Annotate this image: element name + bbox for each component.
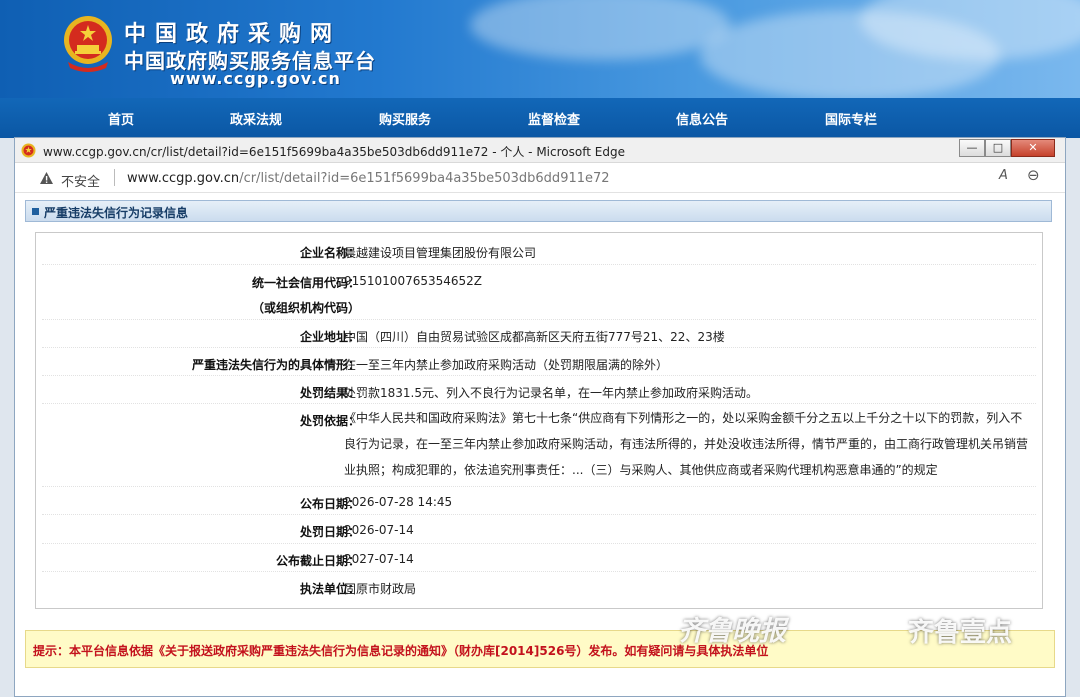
window-titlebar: www.ccgp.gov.cn/cr/list/detail?id=6e151f… — [15, 138, 1065, 163]
security-label[interactable]: 不安全 — [61, 171, 100, 190]
zoom-icon[interactable]: ⊖ — [1027, 166, 1040, 184]
nav-item-purchase-services[interactable]: 购买服务 — [379, 109, 431, 128]
deadline-value: 2027-07-14 — [344, 552, 414, 566]
row-deadline: 公布截止日期： 2027-07-14 — [42, 544, 1036, 572]
address-bar: 不安全 www.ccgp.gov.cn/cr/list/detail?id=6e… — [15, 163, 1065, 193]
situation-label: 严重违法失信行为的具体情形： — [191, 358, 360, 372]
situation-value: 在一至三年内禁止参加政府采购活动（处罚期限届满的除外） — [344, 358, 669, 372]
window-title: www.ccgp.gov.cn/cr/list/detail?id=6e151f… — [43, 145, 625, 159]
nav-item-regulations[interactable]: 政采法规 — [230, 109, 282, 128]
result-value: 处罚款1831.5元、列入不良行为记录名单，在一年内禁止参加政府采购活动。 — [344, 386, 758, 400]
company-value: 晨越建设项目管理集团股份有限公司 — [344, 246, 537, 260]
nav-item-announcements[interactable]: 信息公告 — [676, 109, 728, 128]
header-cloud — [470, 0, 730, 60]
site-title: 中国政府采购网 — [124, 22, 342, 47]
close-button[interactable]: ✕ — [1011, 139, 1055, 157]
url-input[interactable]: www.ccgp.gov.cn/cr/list/detail?id=6e151f… — [127, 171, 610, 186]
row-result: 处罚结果： 处罚款1831.5元、列入不良行为记录名单，在一年内禁止参加政府采购… — [42, 376, 1036, 404]
panel-header: 严重违法失信行为记录信息 — [25, 200, 1052, 222]
site-header: 中国政府采购网 中国政府购买服务信息平台 www.ccgp.gov.cn — [0, 0, 1080, 98]
warning-icon[interactable] — [39, 171, 54, 185]
row-address: 企业地址： 中国（四川）自由贸易试验区成都高新区天府五街777号21、22、23… — [42, 320, 1036, 348]
address-separator — [114, 169, 115, 186]
row-credit-code: 统一社会信用代码： （或组织机构代码） 91510100765354652Z — [42, 265, 1036, 320]
watermark-right: 齐鲁壹点 — [908, 618, 1013, 648]
nav-item-supervision[interactable]: 监督检查 — [528, 109, 580, 128]
credit-code-value: 91510100765354652Z — [344, 274, 483, 288]
nav-item-home[interactable]: 首页 — [108, 109, 134, 128]
read-aloud-icon[interactable]: A — [999, 168, 1008, 183]
publish-date-value: 2026-07-28 14:45 — [344, 495, 453, 509]
main-nav: 首页 政采法规 购买服务 监督检查 信息公告 国际专栏 — [0, 98, 1080, 138]
site-favicon-icon — [21, 143, 36, 158]
penalty-date-value: 2026-07-14 — [344, 523, 414, 537]
notice-text: 提示：本平台信息依据《关于报送政府采购严重违法失信行为信息记录的通知》（财办库[… — [33, 644, 769, 658]
address-value: 中国（四川）自由贸易试验区成都高新区天府五街777号21、22、23楼 — [344, 330, 725, 344]
row-penalty-date: 处罚日期： 2026-07-14 — [42, 515, 1036, 544]
credit-code-label-sub: （或组织机构代码） — [251, 301, 360, 315]
row-basis: 处罚依据： 《中华人民共和国政府采购法》第七十七条“供应商有下列情形之一的，处以… — [42, 404, 1036, 487]
url-path: /cr/list/detail?id=6e151f5699ba4a35be503… — [239, 171, 610, 186]
nav-item-international[interactable]: 国际专栏 — [825, 109, 877, 128]
agency-value: 固原市财政局 — [344, 582, 417, 596]
panel-bullet-icon — [32, 208, 39, 215]
minimize-button[interactable]: — — [959, 139, 985, 157]
national-emblem-icon — [64, 16, 112, 72]
site-url: www.ccgp.gov.cn — [170, 69, 341, 88]
url-host: www.ccgp.gov.cn — [127, 171, 240, 186]
watermark-left: 齐鲁晚报 — [678, 616, 786, 647]
row-situation: 严重违法失信行为的具体情形： 在一至三年内禁止参加政府采购活动（处罚期限届满的除… — [42, 348, 1036, 376]
basis-value: 《中华人民共和国政府采购法》第七十七条“供应商有下列情形之一的，处以采购金额千分… — [344, 411, 1029, 477]
notice-bar: 提示：本平台信息依据《关于报送政府采购严重违法失信行为信息记录的通知》（财办库[… — [25, 630, 1055, 668]
panel-title: 严重违法失信行为记录信息 — [44, 206, 189, 220]
record-detail: 企业名称： 晨越建设项目管理集团股份有限公司 统一社会信用代码： （或组织机构代… — [35, 232, 1043, 609]
row-publish-date: 公布日期： 2026-07-28 14:45 — [42, 487, 1036, 515]
maximize-button[interactable]: □ — [985, 139, 1011, 157]
row-company: 企业名称： 晨越建设项目管理集团股份有限公司 — [42, 235, 1036, 265]
row-agency: 执法单位： 固原市财政局 — [42, 572, 1036, 602]
